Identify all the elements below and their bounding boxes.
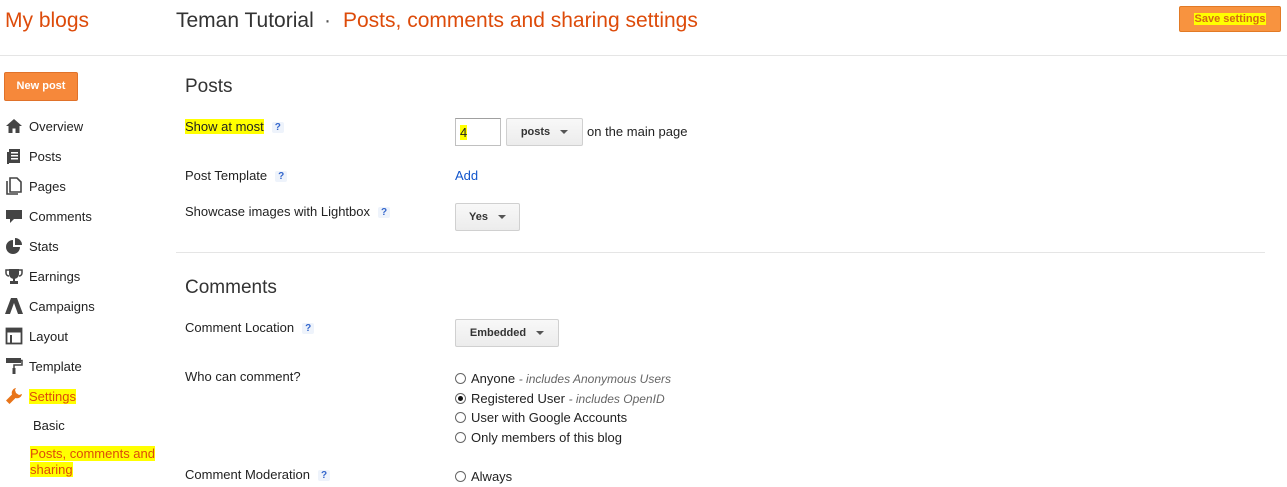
radio-button-selected[interactable] bbox=[455, 393, 466, 404]
new-post-button[interactable]: New post bbox=[4, 72, 78, 101]
comments-section-title: Comments bbox=[185, 277, 277, 298]
lightbox-row: Showcase images with Lightbox? bbox=[185, 204, 391, 219]
sidebar-item-earnings[interactable]: Earnings bbox=[5, 265, 80, 287]
sidebar-item-label: Pages bbox=[29, 178, 66, 194]
sidebar-item-label: Template bbox=[29, 358, 82, 374]
radio-button[interactable] bbox=[455, 471, 466, 482]
add-post-template-link[interactable]: Add bbox=[455, 168, 478, 183]
sidebar-item-layout[interactable]: Layout bbox=[5, 325, 68, 347]
lightbox-value: Yes bbox=[469, 211, 488, 223]
adwords-icon bbox=[5, 298, 23, 314]
paint-roller-icon bbox=[6, 358, 23, 374]
post-template-label: Post Template bbox=[185, 168, 268, 183]
radio-label: User with Google Accounts bbox=[471, 410, 628, 425]
comment-icon bbox=[6, 210, 22, 223]
radio-label: Only members of this blog bbox=[471, 430, 623, 445]
section-divider bbox=[176, 252, 1265, 253]
radio-members-only[interactable]: Only members of this blog bbox=[455, 430, 622, 445]
sidebar-item-label: Posts bbox=[29, 148, 62, 164]
comment-moderation-row: Comment Moderation? bbox=[185, 467, 331, 482]
home-icon bbox=[6, 119, 22, 133]
posts-unit-dropdown[interactable]: posts bbox=[506, 118, 583, 146]
help-icon[interactable]: ? bbox=[271, 122, 284, 133]
trophy-icon bbox=[5, 269, 23, 284]
radio-google-accounts[interactable]: User with Google Accounts bbox=[455, 410, 627, 425]
comment-location-value: Embedded bbox=[469, 327, 527, 339]
layout-icon bbox=[5, 327, 23, 345]
sidebar-item-comments[interactable]: Comments bbox=[5, 205, 92, 227]
comment-location-label: Comment Location bbox=[185, 320, 295, 335]
my-blogs-link[interactable]: My blogs bbox=[5, 9, 89, 33]
show-at-most-label: Show at most bbox=[185, 119, 264, 134]
sidebar-item-campaigns[interactable]: Campaigns bbox=[5, 295, 95, 317]
radio-anyone[interactable]: Anyone - includes Anonymous Users bbox=[455, 371, 671, 386]
pie-chart-icon bbox=[6, 238, 22, 254]
sidebar-item-label: Overview bbox=[29, 118, 84, 134]
sidebar-subitem-label: Posts, comments and sharing bbox=[30, 446, 155, 477]
posts-count-input[interactable]: 4 bbox=[455, 118, 501, 146]
sidebar-item-label: Settings bbox=[29, 388, 76, 404]
posts-section-title: Posts bbox=[185, 76, 233, 97]
comment-moderation-label: Comment Moderation bbox=[185, 467, 310, 482]
save-settings-label: Save settings bbox=[1193, 13, 1267, 25]
radio-button[interactable] bbox=[455, 373, 466, 384]
radio-hint: - includes OpenID bbox=[568, 391, 665, 406]
radio-label: Anyone bbox=[471, 371, 516, 386]
sidebar-item-settings[interactable]: Settings bbox=[5, 385, 76, 407]
radio-button[interactable] bbox=[455, 412, 466, 423]
radio-label: Always bbox=[471, 469, 513, 484]
help-icon[interactable]: ? bbox=[275, 171, 288, 182]
pages-icon bbox=[6, 177, 22, 195]
posts-unit-value: posts bbox=[520, 126, 551, 138]
sidebar-item-template[interactable]: Template bbox=[5, 355, 82, 377]
sidebar-item-overview[interactable]: Overview bbox=[5, 115, 83, 137]
blog-title: Teman Tutorial bbox=[176, 9, 314, 32]
sidebar-subitem-posts-comments[interactable]: Posts, comments and sharing bbox=[30, 446, 164, 478]
sidebar-subitem-basic[interactable]: Basic bbox=[33, 418, 65, 433]
sidebar-item-label: Campaigns bbox=[29, 298, 95, 314]
help-icon[interactable]: ? bbox=[318, 470, 331, 481]
sidebar-item-posts[interactable]: Posts bbox=[5, 145, 62, 167]
posts-count-value: 4 bbox=[460, 125, 468, 140]
sidebar-item-label: Comments bbox=[29, 208, 92, 224]
chevron-down-icon bbox=[497, 215, 506, 219]
header-divider bbox=[0, 55, 1287, 56]
chevron-down-icon bbox=[560, 130, 569, 134]
show-at-most-row: Show at most? bbox=[185, 119, 284, 134]
comment-location-row: Comment Location? bbox=[185, 320, 315, 335]
radio-hint: - includes Anonymous Users bbox=[518, 371, 672, 386]
sidebar-item-label: Earnings bbox=[29, 268, 81, 284]
save-settings-button[interactable]: Save settings bbox=[1179, 6, 1281, 32]
sidebar-item-pages[interactable]: Pages bbox=[5, 175, 66, 197]
lightbox-label: Showcase images with Lightbox bbox=[185, 204, 370, 219]
chevron-down-icon bbox=[536, 331, 545, 335]
who-can-comment-label: Who can comment? bbox=[185, 369, 301, 384]
wrench-icon bbox=[6, 388, 22, 404]
lightbox-dropdown[interactable]: Yes bbox=[455, 203, 520, 231]
show-suffix-text: on the main page bbox=[587, 124, 688, 139]
sidebar-item-label: Layout bbox=[29, 328, 69, 344]
help-icon[interactable]: ? bbox=[302, 323, 315, 334]
title-separator: · bbox=[324, 9, 331, 32]
radio-button[interactable] bbox=[455, 432, 466, 443]
radio-moderation-always[interactable]: Always bbox=[455, 469, 512, 484]
sidebar-item-stats[interactable]: Stats bbox=[5, 235, 59, 257]
help-icon[interactable]: ? bbox=[378, 207, 391, 218]
page-title: Posts, comments and sharing settings bbox=[343, 9, 698, 32]
post-template-row: Post Template? bbox=[185, 168, 288, 183]
comment-location-dropdown[interactable]: Embedded bbox=[455, 319, 559, 347]
sidebar-item-label: Stats bbox=[29, 238, 59, 254]
radio-label: Registered User bbox=[471, 391, 565, 406]
radio-registered-user[interactable]: Registered User - includes OpenID bbox=[455, 391, 665, 406]
posts-icon bbox=[7, 149, 20, 164]
